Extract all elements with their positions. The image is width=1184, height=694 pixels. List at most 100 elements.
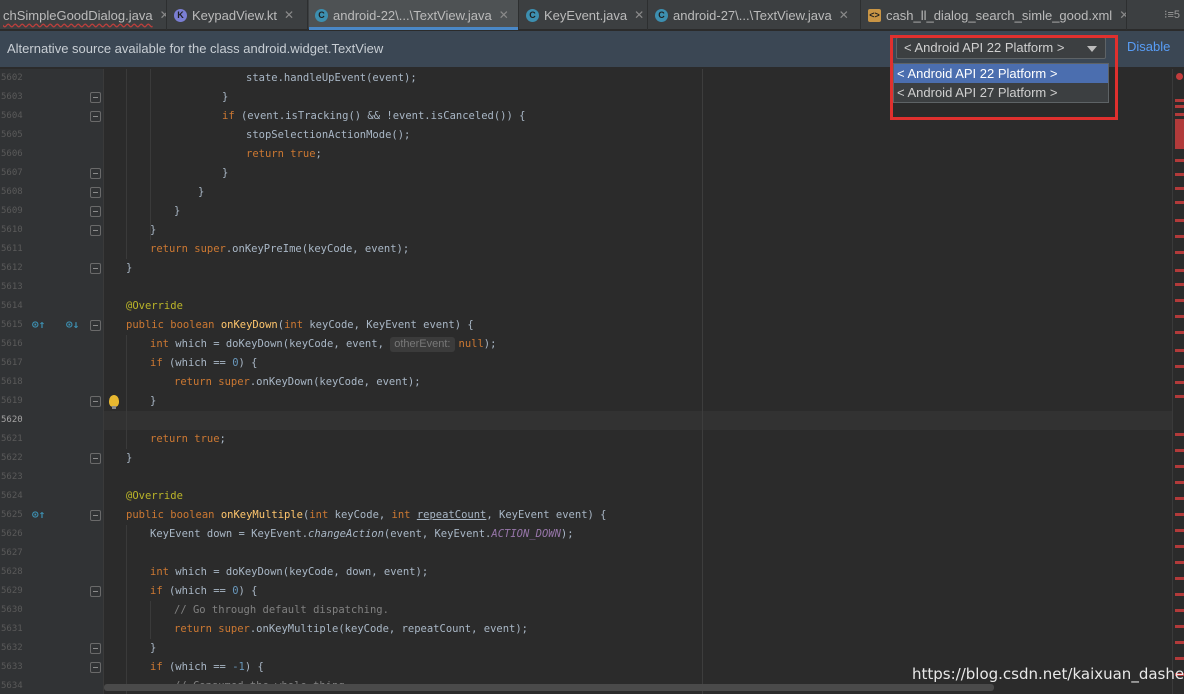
fold-toggle-icon[interactable] [90,662,101,673]
error-marker[interactable] [1175,349,1184,352]
error-marker[interactable] [1175,283,1184,286]
close-icon[interactable]: ✕ [160,8,166,22]
fold-toggle-icon[interactable] [90,168,101,179]
error-marker[interactable] [1175,331,1184,334]
indent-guide [150,601,151,639]
error-marker[interactable] [1175,577,1184,580]
tab-keypad-view[interactable]: K KeypadView.kt ✕ [168,0,308,30]
line-number: 5627 [1,548,23,558]
close-icon[interactable]: ✕ [284,8,294,22]
fold-toggle-icon[interactable] [90,111,101,122]
code-line: int which = doKeyDown(keyCode, event, ot… [150,337,497,352]
line-number: 5615 [1,320,23,330]
overridden-method-icon[interactable]: ⊙↓ [66,318,79,331]
error-marker[interactable] [1175,269,1184,272]
right-margin-guide [702,69,703,694]
code-comment: // Go through default dispatching. [174,604,389,616]
error-marker[interactable] [1175,625,1184,628]
tab-overflow-menu-icon[interactable]: ⁝≡5 [1164,8,1180,21]
close-icon[interactable]: ✕ [634,8,644,22]
error-marker[interactable] [1175,465,1184,468]
error-marker[interactable] [1175,235,1184,238]
error-marker[interactable] [1175,609,1184,612]
fold-toggle-icon[interactable] [90,187,101,198]
error-marker[interactable] [1175,113,1184,116]
error-marker[interactable] [1175,513,1184,516]
overrides-method-icon[interactable]: ⊙↑ [32,318,45,331]
line-number: 5625 [1,510,23,520]
fold-toggle-icon[interactable] [90,92,101,103]
source-select[interactable]: < Android API 22 Platform > [896,37,1106,59]
fold-toggle-icon[interactable] [90,453,101,464]
overrides-method-icon[interactable]: ⊙↑ [32,508,45,521]
tab-label: cash_ll_dialog_search_simle_good.xml [886,7,1113,23]
fold-toggle-icon[interactable] [90,206,101,217]
error-marker[interactable] [1175,381,1184,384]
code-line: return super.onKeyDown(keyCode, event); [174,376,421,388]
code-line: int which = doKeyDown(keyCode, down, eve… [150,566,429,578]
error-marker[interactable] [1175,481,1184,484]
tab-keyevent[interactable]: C KeyEvent.java ✕ [520,0,648,30]
error-marker[interactable] [1175,433,1184,436]
fold-toggle-icon[interactable] [90,396,101,407]
line-number: 5632 [1,643,23,653]
code-line: return super.onKeyMultiple(keyCode, repe… [174,623,529,635]
chevron-down-icon[interactable] [1087,46,1097,52]
error-marker[interactable] [1175,561,1184,564]
current-line-highlight [104,411,1172,430]
line-number: 5614 [1,301,23,311]
fold-toggle-icon[interactable] [90,225,101,236]
tab-simple-good-dialog[interactable]: chSimpleGoodDialog.java ✕ [0,0,167,30]
code-area[interactable]: state.handleUpEvent(event); } if (event.… [104,69,1172,694]
error-marker[interactable] [1175,159,1184,162]
error-stripe[interactable] [1172,69,1184,694]
close-icon[interactable]: ✕ [499,8,509,22]
error-marker[interactable] [1175,657,1184,660]
kotlin-file-icon: K [174,8,187,22]
line-number: 5603 [1,92,23,102]
editor-tab-bar: chSimpleGoodDialog.java ✕ K KeypadView.k… [0,0,1184,30]
fold-toggle-icon[interactable] [90,320,101,331]
error-marker[interactable] [1175,497,1184,500]
error-marker[interactable] [1175,105,1184,108]
line-number: 5608 [1,187,23,197]
error-marker[interactable] [1175,201,1184,204]
error-marker[interactable] [1175,315,1184,318]
horizontal-scrollbar[interactable] [104,684,994,691]
error-marker[interactable] [1175,251,1184,254]
error-marker[interactable] [1175,173,1184,176]
error-marker[interactable] [1175,593,1184,596]
error-marker[interactable] [1175,545,1184,548]
dropdown-option-api22[interactable]: < Android API 22 Platform > [894,64,1108,83]
close-icon[interactable]: ✕ [1119,8,1126,22]
fold-toggle-icon[interactable] [90,586,101,597]
line-number: 5622 [1,453,23,463]
error-marker[interactable] [1175,299,1184,302]
fold-toggle-icon[interactable] [90,263,101,274]
tab-textview-api22[interactable]: C android-22\...\TextView.java ✕ [309,0,519,30]
tab-textview-api27[interactable]: C android-27\...\TextView.java ✕ [649,0,861,30]
error-marker[interactable] [1175,395,1184,398]
tab-layout-xml[interactable]: <> cash_ll_dialog_search_simle_good.xml … [862,0,1127,30]
fold-toggle-icon[interactable] [90,643,101,654]
dropdown-option-api27[interactable]: < Android API 27 Platform > [894,83,1108,102]
close-icon[interactable]: ✕ [839,8,849,22]
source-select-value: < Android API 22 Platform > [904,40,1065,55]
line-number: 5605 [1,130,23,140]
line-number: 5626 [1,529,23,539]
error-marker[interactable] [1175,365,1184,368]
error-marker[interactable] [1175,187,1184,190]
fold-toggle-icon[interactable] [90,510,101,521]
error-marker[interactable] [1175,449,1184,452]
error-marker[interactable] [1175,219,1184,222]
error-marker[interactable] [1175,641,1184,644]
error-indicator-icon[interactable] [1176,73,1183,80]
tab-label: KeypadView.kt [192,7,278,23]
error-marker[interactable] [1175,529,1184,532]
java-class-icon: C [315,8,328,22]
code-editor[interactable]: 5602 5603 5604 5605 5606 5607 5608 5609 … [0,69,1172,694]
disable-link[interactable]: Disable [1127,39,1170,54]
error-marker[interactable] [1175,119,1184,149]
line-number: 5631 [1,624,23,634]
error-marker[interactable] [1175,99,1184,102]
